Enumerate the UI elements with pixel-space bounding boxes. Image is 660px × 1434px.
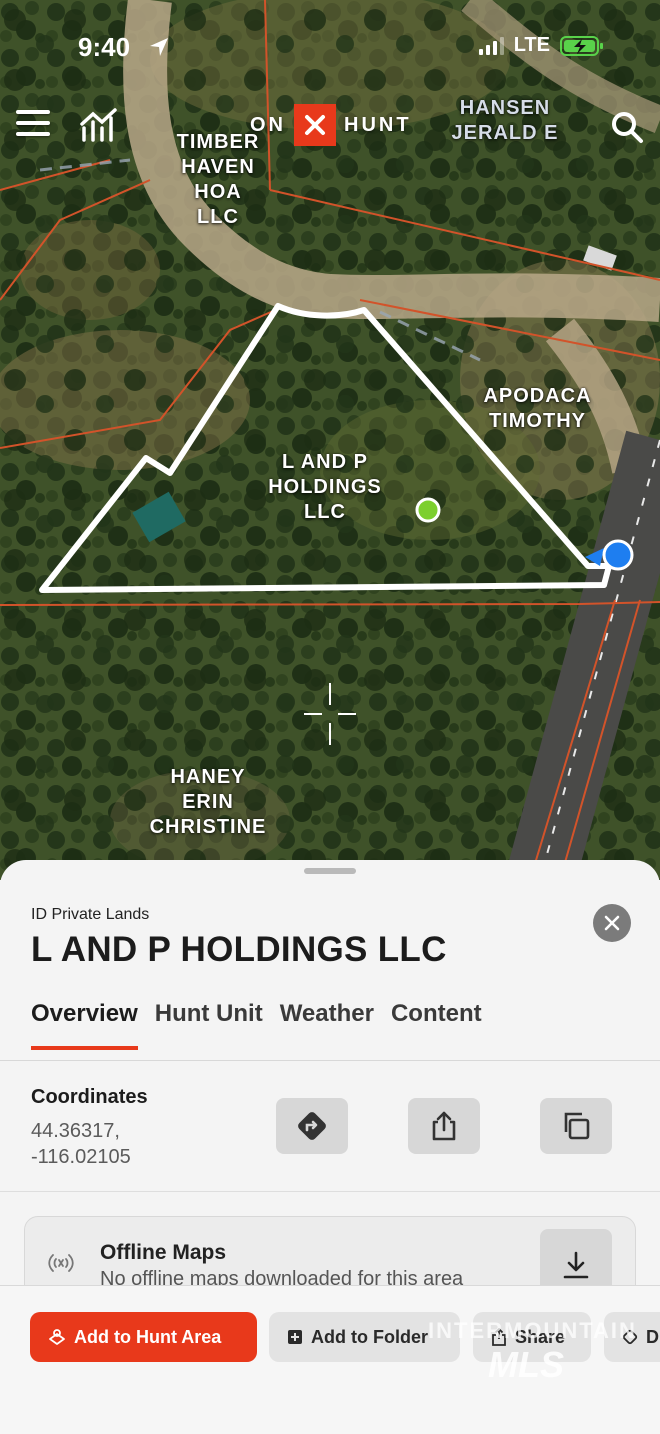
satellite-map[interactable]: TIMBER HAVEN HOA LLC HANSEN JERALD E APO… [0, 0, 660, 880]
tab-bar: Overview Hunt Unit Weather Content [31, 1000, 482, 1050]
folder-add-icon [288, 1330, 302, 1344]
onx-logo: ON HUNT [250, 104, 412, 146]
parcel-label-lp-holdings: L AND P HOLDINGS LLC [268, 451, 382, 523]
close-icon [604, 915, 620, 931]
coordinates-label: Coordinates [31, 1086, 148, 1108]
download-icon [563, 1251, 589, 1279]
location-arrow-icon [150, 38, 168, 56]
search-icon[interactable] [610, 110, 644, 144]
directions-action-label: D [646, 1326, 659, 1347]
status-indicators: LTE [478, 34, 604, 57]
logo-text-right: HUNT [344, 113, 412, 136]
chart-icon[interactable] [80, 108, 118, 142]
network-type: LTE [513, 34, 550, 56]
tabs-divider [0, 1060, 660, 1061]
parcel-label-apodaca: APODACA TIMOTHY [483, 385, 592, 432]
directions-icon [298, 1112, 326, 1140]
add-to-hunt-area-button[interactable]: Add to Hunt Area [30, 1312, 257, 1362]
section-divider [0, 1191, 660, 1192]
mls-watermark-line1: INTERMOUNTAIN [428, 1318, 637, 1343]
mls-watermark-line2: MLS [488, 1344, 564, 1385]
hunt-area-icon [49, 1329, 65, 1345]
share-icon [432, 1111, 456, 1141]
parcel-category: ID Private Lands [31, 906, 150, 923]
tab-overview[interactable]: Overview [31, 1000, 138, 1050]
directions-button[interactable] [276, 1098, 348, 1154]
parcel-label-haney: HANEY ERIN CHRISTINE [149, 766, 267, 838]
logo-text-left: ON [250, 113, 286, 136]
parcel-title: L AND P HOLDINGS LLC [31, 930, 447, 969]
copy-icon [564, 1112, 590, 1140]
add-to-hunt-area-label: Add to Hunt Area [74, 1326, 222, 1347]
battery-charging-icon [560, 35, 603, 56]
offline-maps-title: Offline Maps [100, 1241, 227, 1264]
share-coordinates-button[interactable] [408, 1098, 480, 1154]
coordinates-lat: 44.36317, [31, 1120, 120, 1142]
sheet-grabber[interactable] [304, 868, 356, 874]
tab-content[interactable]: Content [391, 1000, 482, 1050]
copy-coordinates-button[interactable] [540, 1098, 612, 1154]
menu-icon[interactable] [16, 110, 50, 140]
coordinates-value: 44.36317, -116.02105 [31, 1118, 131, 1170]
status-time: 9:40 [78, 32, 131, 62]
offline-signal-icon [48, 1254, 74, 1272]
add-to-folder-label: Add to Folder [311, 1326, 428, 1347]
tab-hunt-unit[interactable]: Hunt Unit [155, 1000, 263, 1050]
close-button[interactable] [593, 904, 631, 942]
tab-weather[interactable]: Weather [280, 1000, 374, 1050]
logo-x-mark [294, 104, 336, 146]
action-bar: Add to Hunt Area Add to Folder Share D I… [0, 1285, 660, 1434]
signal-icon [478, 36, 504, 55]
parcel-label-hansen: HANSEN JERALD E [451, 97, 559, 144]
coordinates-lon: -116.02105 [31, 1146, 131, 1168]
